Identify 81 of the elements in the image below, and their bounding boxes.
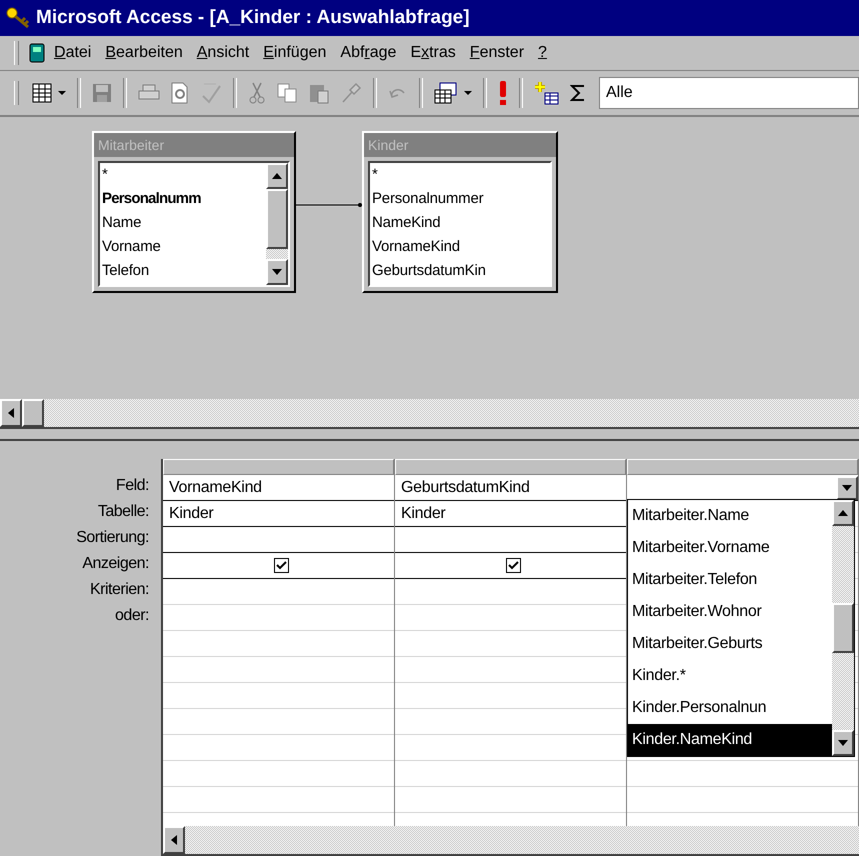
menu-item[interactable]: Einfügen <box>258 42 332 64</box>
datasheet-icon <box>32 83 52 103</box>
scissors-icon <box>248 82 266 104</box>
left-arrow-icon <box>8 408 14 418</box>
field-name[interactable]: Personalnumm <box>100 187 266 211</box>
row-label: Kriterien: <box>90 580 149 600</box>
field-list-title: Mitarbeiter <box>94 133 294 157</box>
menu-item[interactable]: Extras <box>405 42 461 64</box>
add-table-icon <box>534 81 560 105</box>
menu-item[interactable]: Datei <box>49 42 96 64</box>
up-arrow-icon <box>838 510 848 516</box>
scroll-left-button[interactable] <box>0 399 22 427</box>
horizontal-scrollbar[interactable] <box>0 399 859 429</box>
scroll-thumb[interactable] <box>266 189 288 249</box>
scroll-left-button[interactable] <box>163 826 185 854</box>
checkbox[interactable] <box>506 558 521 573</box>
key-icon <box>6 7 30 29</box>
copy-icon <box>276 82 298 104</box>
row-label: Feld: <box>116 476 149 496</box>
column-selector[interactable] <box>395 459 626 475</box>
row-label: Tabelle: <box>98 502 149 522</box>
field-name[interactable]: Name <box>100 211 266 235</box>
column-selector[interactable] <box>627 459 858 475</box>
column-selector[interactable] <box>163 459 394 475</box>
field-name[interactable]: Vorname <box>100 235 266 259</box>
top-values-field[interactable]: Alle <box>599 77 859 109</box>
field-name[interactable]: Personalnummer <box>370 187 550 211</box>
table-cell[interactable]: Kinder <box>395 501 626 527</box>
scroll-thumb[interactable] <box>22 399 44 427</box>
row-label: Sortierung: <box>76 528 149 548</box>
show-cell[interactable] <box>395 553 626 579</box>
dropdown-button[interactable] <box>836 476 858 500</box>
menu-item[interactable]: Fenster <box>464 42 530 64</box>
menu-item[interactable]: Abfrage <box>335 42 402 64</box>
scroll-up-button[interactable] <box>266 163 288 189</box>
checkbox[interactable] <box>274 558 289 573</box>
row-label: Anzeigen: <box>82 554 149 574</box>
scrollbar[interactable] <box>266 163 288 285</box>
row-label: oder: <box>115 606 149 626</box>
down-arrow-icon <box>272 269 282 275</box>
scroll-down-button[interactable] <box>266 259 288 285</box>
horizontal-scrollbar[interactable] <box>163 826 859 856</box>
field-cell[interactable] <box>627 475 858 501</box>
down-arrow-icon <box>842 484 852 490</box>
preview-icon <box>170 82 190 104</box>
criteria-cells[interactable] <box>395 579 626 826</box>
query-type-icon <box>434 82 458 104</box>
sort-cell[interactable] <box>163 527 394 553</box>
field-name[interactable]: GeburtsdatumKin <box>370 259 550 283</box>
field-name[interactable]: * <box>100 163 266 187</box>
menu-item[interactable]: Bearbeiten <box>100 42 188 64</box>
field-name[interactable]: Telefon <box>100 259 266 283</box>
field-name[interactable]: * <box>370 163 550 187</box>
criteria-cells[interactable] <box>163 579 394 826</box>
field-cell[interactable]: VornameKind <box>163 475 394 501</box>
left-arrow-icon <box>171 835 177 845</box>
sigma-icon <box>570 84 586 102</box>
scroll-thumb[interactable] <box>832 603 854 653</box>
menu-item[interactable]: ? <box>533 42 552 64</box>
window-title: Microsoft Access - [A_Kinder : Auswahlabfrage] <box>36 7 470 29</box>
spelling-check-icon <box>200 82 222 104</box>
field-name[interactable]: NameKind <box>370 211 550 235</box>
clipboard-icon <box>308 82 330 104</box>
book-icon <box>29 43 45 63</box>
table-cell[interactable]: Kinder <box>163 501 394 527</box>
scrollbar[interactable] <box>832 500 854 756</box>
caret-icon <box>464 91 472 95</box>
field-name[interactable]: VornameKind <box>370 235 550 259</box>
down-arrow-icon <box>838 740 848 746</box>
sort-cell[interactable] <box>395 527 626 553</box>
paintbrush-icon <box>340 82 362 104</box>
scroll-down-button[interactable] <box>832 730 854 756</box>
list-item[interactable]: Kinder.NameKind <box>628 724 832 756</box>
field-list-title: Kinder <box>364 133 556 157</box>
exclamation-icon <box>498 80 508 106</box>
show-cell[interactable] <box>163 553 394 579</box>
up-arrow-icon <box>272 173 282 179</box>
caret-icon <box>58 91 66 95</box>
field-cell[interactable]: GeburtsdatumKind <box>395 475 626 501</box>
scroll-up-button[interactable] <box>832 500 854 526</box>
menu-item[interactable]: Ansicht <box>192 42 254 64</box>
